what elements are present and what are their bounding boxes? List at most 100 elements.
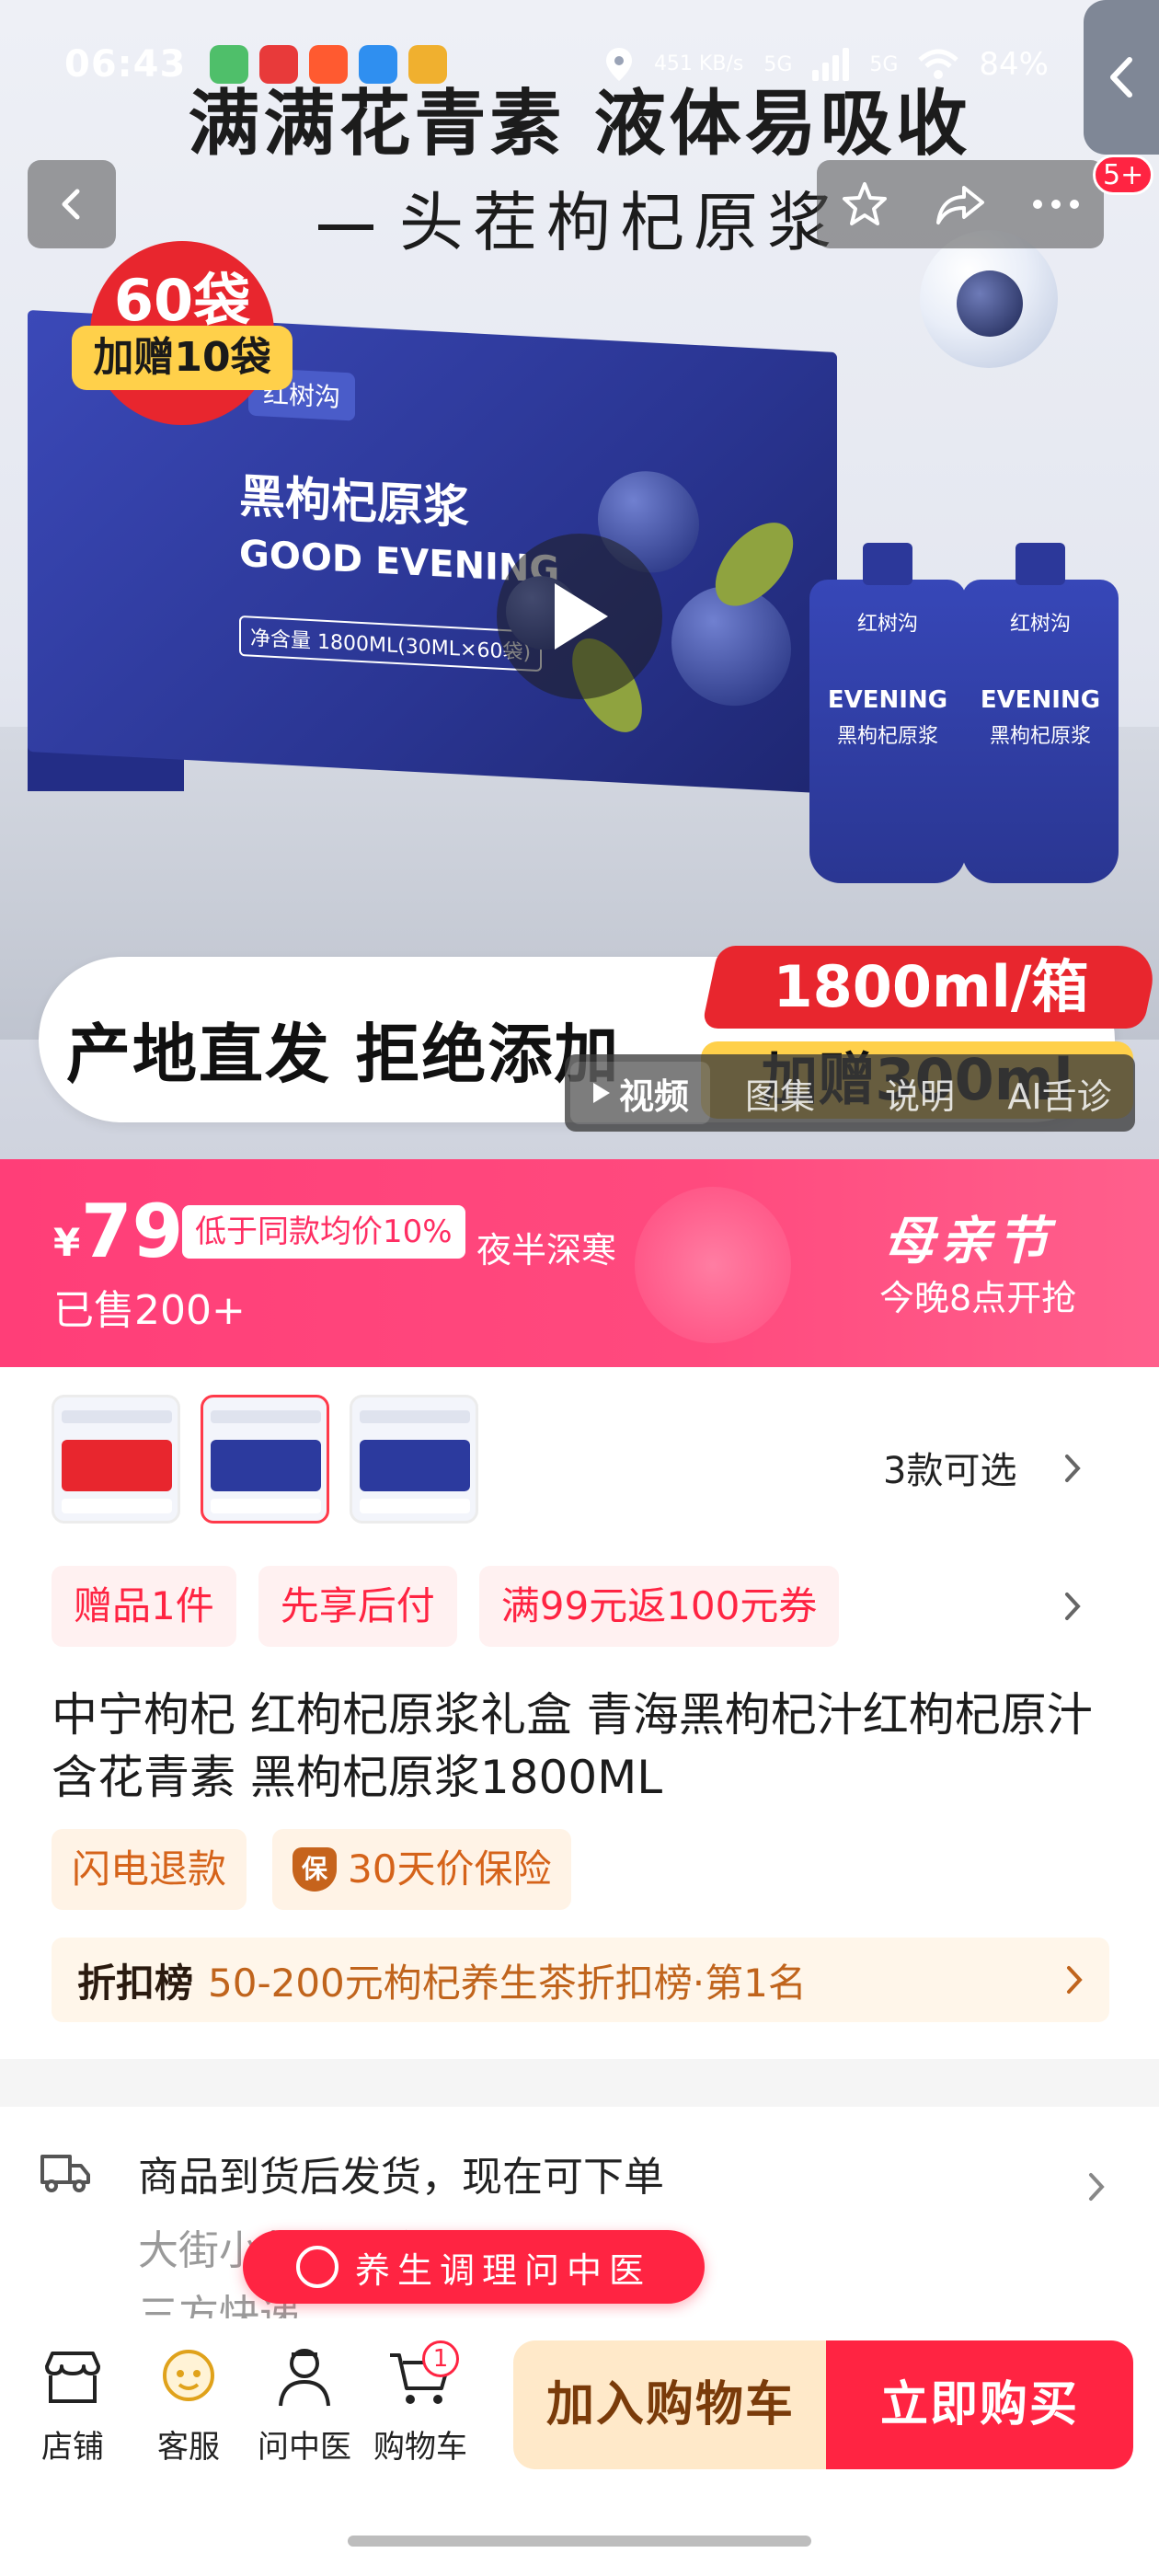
truck-icon <box>40 2155 90 2192</box>
product-pouch: 红树沟 EVENING 黑枸杞原浆 <box>962 543 1119 883</box>
variant-chevron-icon[interactable] <box>1054 1450 1091 1487</box>
wifi-icon <box>918 49 959 79</box>
variant-thumbnail-selected[interactable] <box>201 1395 329 1524</box>
promo-tag-coupon[interactable]: 满99元返100元券 <box>478 1566 840 1647</box>
rose-decoration <box>635 1187 791 1343</box>
play-icon <box>555 583 608 650</box>
doctor-icon <box>295 2246 339 2288</box>
refund-label: 闪电退款 <box>72 1846 227 1892</box>
nav-store-label: 店铺 <box>41 2429 104 2466</box>
media-tab-video[interactable]: 视频 <box>570 1062 710 1124</box>
message-badge: 5+ <box>1093 155 1154 195</box>
banner-slogan: 产地直发 拒绝添加 <box>66 1017 621 1092</box>
promo-tag-pay-later[interactable]: 先享后付 <box>258 1566 457 1647</box>
variant-thumbnail[interactable] <box>350 1395 478 1524</box>
thumb-caption <box>62 1410 172 1423</box>
service-tag-refund[interactable]: 闪电退款 <box>52 1829 247 1910</box>
price-hint: 夜半深寒 <box>476 1230 617 1271</box>
festival-subtitle: 今晚8点开抢 <box>879 1278 1077 1318</box>
promo-tag-gift[interactable]: 赠品1件 <box>52 1566 236 1647</box>
pouch-name: 黑枸杞原浆 <box>836 725 938 748</box>
media-tab-video-label: 视频 <box>618 1075 689 1117</box>
tcm-consult-pill[interactable]: 养生调理问中医 <box>243 2230 705 2304</box>
favorite-button[interactable] <box>835 175 894 234</box>
pouch-english: EVENING <box>827 686 948 714</box>
back-button[interactable] <box>28 160 116 248</box>
media-tab-instructions-label: 说明 <box>884 1075 955 1117</box>
star-icon <box>843 182 887 225</box>
pouch-brand: 红树沟 <box>1009 613 1071 636</box>
media-tab-ai-tongue[interactable]: AI舌诊 <box>990 1062 1130 1124</box>
thumb-product <box>360 1440 470 1491</box>
nav-store[interactable]: 店铺 <box>22 2318 123 2467</box>
store-icon <box>36 2340 109 2414</box>
media-tab-gallery-label: 图集 <box>744 1075 815 1117</box>
app-notification-icon <box>259 45 299 84</box>
product-pouch: 红树沟 EVENING 黑枸杞原浆 <box>809 543 966 883</box>
product-title: 中宁枸杞 红枸杞原浆礼盒 青海黑枸杞汁红枸杞原汁 含花青素 黑枸杞原浆1800M… <box>52 1688 1093 1804</box>
home-indicator[interactable] <box>348 2536 811 2547</box>
thumb-caption <box>211 1410 321 1423</box>
service-tag-price-protect[interactable]: 保 30天价保险 <box>272 1829 572 1910</box>
variant-count[interactable]: 3款可选 <box>883 1441 1016 1494</box>
status-right: 451 KB/s 5G 5G 84% <box>604 46 1049 83</box>
back-arrow-icon <box>62 189 80 220</box>
cart-count-badge: 1 <box>422 2340 459 2377</box>
buy-now-button[interactable]: 立即购买 <box>826 2340 1133 2469</box>
festival-title: 母亲节 <box>883 1212 1054 1271</box>
pouch-cap <box>863 543 912 585</box>
more-button[interactable] <box>1027 175 1085 234</box>
currency-symbol: ¥ <box>53 1220 81 1265</box>
rank-text: 50-200元枸杞养生茶折扣榜·第1名 <box>208 1960 807 2006</box>
thumb-footer <box>211 1499 321 1513</box>
signal-2-label: 5G <box>869 52 899 76</box>
signal-bars-icon <box>812 48 850 81</box>
media-tab-ai-tongue-label: AI舌诊 <box>1007 1075 1112 1117</box>
nav-ask-doctor[interactable]: 问中医 <box>254 2318 355 2467</box>
tcm-consult-label: 养生调理问中医 <box>354 2249 651 2291</box>
product-image-carousel[interactable]: 满满花青素 液体易吸收 头茬枸杞原浆 红树沟 黑枸杞原浆 GOOD EVENIN… <box>0 0 1159 1159</box>
banner-volume-text: 1800ml/箱 <box>773 953 1089 1020</box>
ranking-banner[interactable]: 折扣榜 50-200元枸杞养生茶折扣榜·第1名 <box>52 1938 1109 2022</box>
media-tab-gallery[interactable]: 图集 <box>710 1062 850 1124</box>
promo-badge: 60袋 加赠10袋 <box>72 241 293 425</box>
side-collapse-button[interactable] <box>1084 0 1159 155</box>
add-to-cart-button[interactable]: 加入购物车 <box>513 2340 828 2469</box>
app-notification-icon <box>359 45 398 84</box>
promo-count: 60袋 <box>113 267 251 334</box>
shipping-chevron-icon <box>1089 2173 1105 2201</box>
media-tab-instructions[interactable]: 说明 <box>850 1062 990 1124</box>
doctor-avatar-icon <box>268 2340 341 2414</box>
share-icon <box>936 186 984 224</box>
app-notification-icon <box>210 45 249 84</box>
pouch-name: 黑枸杞原浆 <box>989 725 1091 748</box>
customer-service-icon <box>152 2340 225 2414</box>
shipping-status: 商品到货后发货，现在可下单 <box>138 2154 664 2201</box>
cart-icon: 1 <box>384 2340 459 2414</box>
nav-cart[interactable]: 1 购物车 <box>370 2318 471 2467</box>
nav-customer-service[interactable]: 客服 <box>138 2318 239 2467</box>
rank-label: 折扣榜 <box>77 1960 194 2006</box>
share-button[interactable] <box>931 175 990 234</box>
section-divider <box>0 2059 1159 2107</box>
price-protect-label: 30天价保险 <box>348 1846 552 1892</box>
chevron-left-icon <box>1110 57 1132 98</box>
app-notification-icon <box>309 45 349 84</box>
media-tabs: 视频 图集 说明 AI舌诊 <box>565 1054 1135 1132</box>
pouch-cap <box>1016 543 1065 585</box>
notification-icons <box>210 45 448 84</box>
box-product-name: 黑枸杞原浆 <box>239 468 469 535</box>
price-compare-tag: 低于同款均价10% <box>182 1205 465 1259</box>
promo-chevron-icon[interactable] <box>1054 1588 1091 1625</box>
pouch-english: EVENING <box>980 686 1101 714</box>
thumb-product <box>211 1440 321 1491</box>
thumb-footer <box>62 1499 172 1513</box>
promo-tags: 赠品1件 先享后付 满99元返100元券 <box>52 1566 840 1647</box>
price-bar: ¥ 79 低于同款均价10% 夜半深寒 已售200+ 母亲节 今晚8点开抢 <box>0 1159 1159 1367</box>
signal-1-label: 5G <box>763 52 793 76</box>
status-time: 06:43 <box>64 43 187 86</box>
play-video-button[interactable] <box>497 534 662 699</box>
play-small-icon <box>592 1083 610 1103</box>
variant-thumbnail[interactable] <box>52 1395 180 1524</box>
service-tags: 闪电退款 保 30天价保险 <box>52 1829 572 1910</box>
